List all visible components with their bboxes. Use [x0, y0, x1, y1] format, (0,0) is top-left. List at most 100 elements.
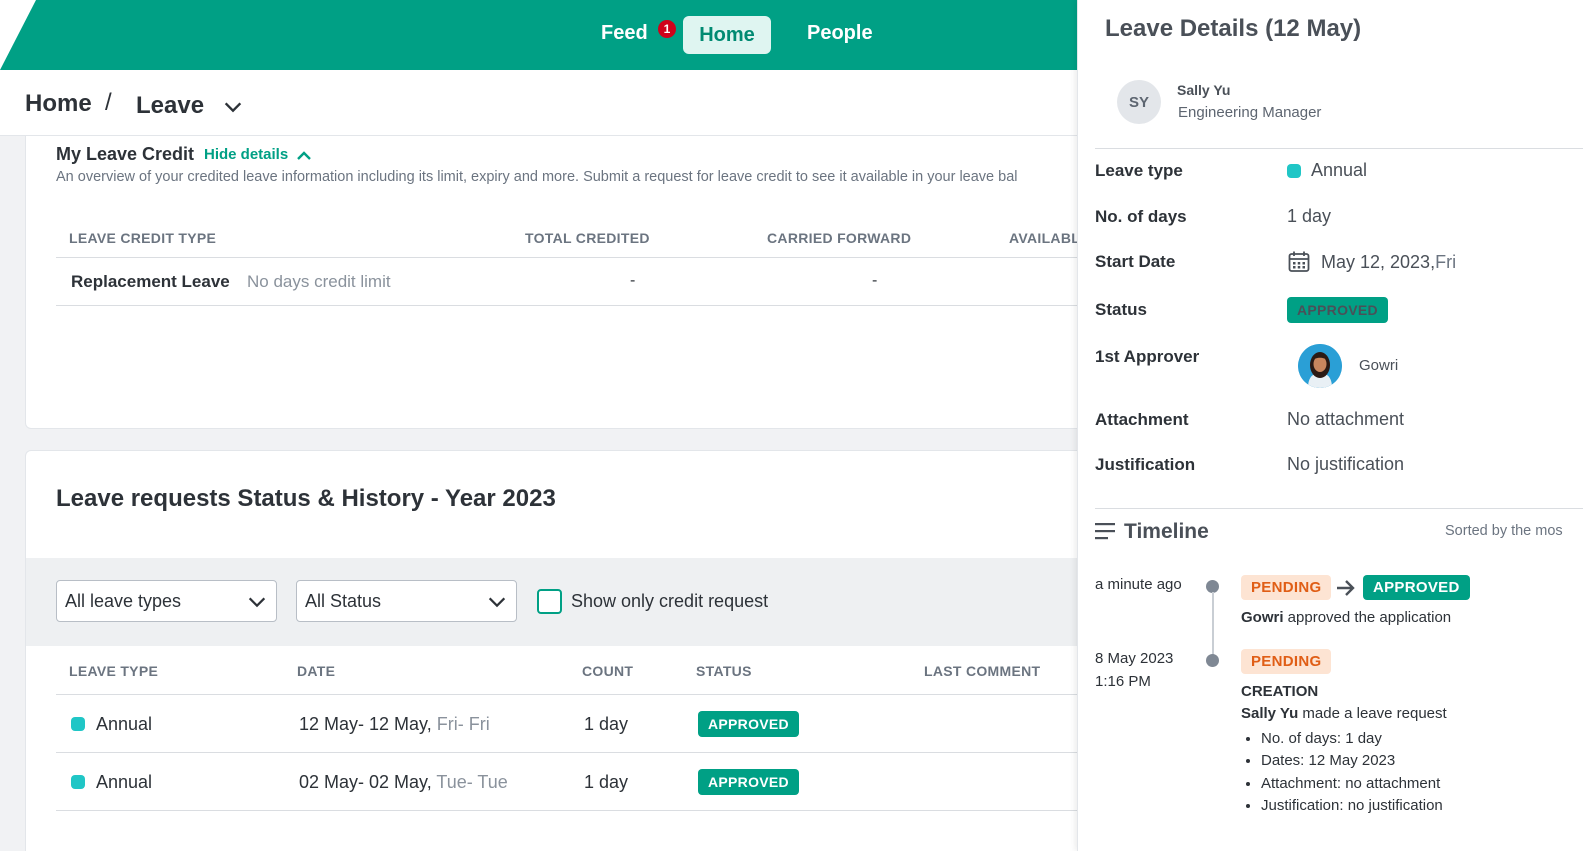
attachment-value: No attachment — [1287, 409, 1405, 429]
leave-count: 1 day — [584, 714, 629, 734]
annual-color-dot — [1287, 163, 1301, 178]
status-select[interactable]: All Status — [296, 580, 517, 622]
attachment-label: Attachment — [1095, 410, 1189, 429]
leave-requests-card: Leave requests Status & History - Year 2… — [25, 450, 1090, 851]
nav-people[interactable]: People — [807, 22, 873, 45]
list-item: No. of days: 1 day — [1261, 728, 1443, 750]
employee-name: Sally Yu — [1177, 82, 1231, 98]
start-date-text: May 12, 2023, — [1321, 251, 1436, 272]
chevron-up-icon — [297, 150, 312, 160]
leave-credit-title: My Leave Credit — [56, 144, 195, 164]
timeline-action: approved the application — [1283, 609, 1452, 626]
breadcrumb-current: Leave — [136, 92, 205, 119]
hide-details-link[interactable]: Hide details — [204, 146, 312, 163]
timeline-actor: Gowri — [1241, 609, 1284, 626]
approver-name: Gowri — [1359, 357, 1399, 374]
leave-credit-card: My Leave Credit Hide details An overview… — [25, 136, 1090, 429]
justification-value: No justification — [1287, 454, 1405, 474]
nav-feed[interactable]: Feed — [601, 22, 648, 45]
leave-type-text: Annual — [1311, 160, 1368, 180]
divider — [1095, 508, 1583, 509]
divider — [1095, 148, 1583, 149]
leave-date: 12 May- 12 May, Fri- Fri — [299, 714, 490, 735]
annual-color-dot — [71, 717, 85, 731]
column-header: AVAILABL — [1009, 230, 1081, 246]
annual-color-dot — [71, 775, 85, 789]
column-header: DATE — [297, 663, 336, 679]
leave-details-panel: Leave Details (12 May) SY Sally Yu Engin… — [1077, 0, 1583, 851]
timeline-details-list: No. of days: 1 day Dates: 12 May 2023 At… — [1261, 728, 1443, 817]
leave-type-select-value: All leave types — [65, 590, 182, 611]
table-row[interactable]: Annual 02 May- 02 May, Tue- Tue 1 day AP… — [56, 753, 1089, 811]
leave-type-select[interactable]: All leave types — [56, 580, 277, 622]
leave-type: Annual — [96, 772, 153, 792]
credit-only-checkbox[interactable] — [537, 589, 562, 614]
credit-only-label[interactable]: Show only credit request — [571, 591, 768, 612]
timeline-sort[interactable]: Sorted by the mos — [1445, 523, 1563, 539]
leave-date-range: 12 May- 12 May, — [299, 714, 432, 734]
list-icon — [1095, 523, 1115, 540]
credit-type: Replacement Leave — [71, 272, 230, 291]
status-badge: APPROVED — [698, 711, 799, 737]
start-date-day: Fri — [1435, 251, 1457, 272]
status-badge: APPROVED — [1287, 297, 1388, 323]
column-header: STATUS — [696, 663, 752, 679]
status-badge: APPROVED — [698, 769, 799, 795]
timeline-title: Timeline — [1124, 520, 1209, 543]
leave-credit-description: An overview of your credited leave infor… — [56, 169, 1018, 185]
pending-badge: PENDING — [1241, 575, 1332, 600]
breadcrumb-home[interactable]: Home — [25, 90, 92, 118]
leave-type: Annual — [96, 714, 153, 734]
list-item: Justification: no justification — [1261, 795, 1443, 817]
column-header: LEAVE TYPE — [69, 663, 159, 679]
table-row: Replacement Leave No days credit limit -… — [56, 258, 1089, 306]
timeline-time: a minute ago — [1095, 576, 1182, 593]
credit-limit-note: No days credit limit — [247, 272, 391, 291]
timeline-time: 8 May 2023 — [1095, 650, 1174, 667]
credit-table-header: LEAVE CREDIT TYPE TOTAL CREDITED CARRIED… — [56, 224, 1089, 258]
start-date-value: May 12, 2023, Fri — [1287, 250, 1456, 274]
timeline-event-text: Gowri approved the application — [1241, 609, 1451, 626]
leave-date-days: Tue- Tue — [431, 772, 508, 792]
calendar-icon — [1288, 251, 1310, 272]
leave-date-days: Fri- Fri — [431, 714, 490, 734]
leave-count: 1 day — [584, 772, 629, 792]
days-value: 1 day — [1287, 206, 1332, 226]
arrow-right-icon — [1337, 580, 1355, 596]
pending-badge: PENDING — [1241, 649, 1332, 674]
panel-title: Leave Details (12 May) — [1105, 15, 1362, 42]
carried-forward: - — [872, 272, 878, 289]
top-navigation-bar — [0, 0, 1090, 70]
breadcrumb-separator: / — [105, 89, 112, 116]
timeline-kind: CREATION — [1241, 683, 1319, 700]
hide-details-label: Hide details — [204, 146, 289, 163]
column-header: TOTAL CREDITED — [525, 230, 650, 246]
avatar: SY — [1117, 80, 1161, 124]
leave-requests-title: Leave requests Status & History - Year 2… — [56, 485, 556, 512]
requests-table-header: LEAVE TYPE DATE COUNT STATUS LAST COMMEN… — [56, 647, 1089, 695]
timeline-event-text: Sally Yu made a leave request — [1241, 705, 1447, 722]
timeline-action: made a leave request — [1298, 705, 1447, 722]
justification-label: Justification — [1095, 455, 1196, 474]
chevron-down-icon[interactable] — [222, 96, 244, 118]
list-item: Attachment: no attachment — [1261, 773, 1443, 795]
days-label: No. of days — [1095, 207, 1187, 226]
chevron-down-icon — [488, 597, 506, 608]
column-header: LAST COMMENT — [924, 663, 1041, 679]
nav-home[interactable]: Home — [683, 16, 771, 54]
chevron-down-icon — [248, 597, 266, 608]
feed-notification-badge: 1 — [656, 18, 678, 40]
breadcrumb: Home / Leave — [0, 70, 1090, 136]
column-header: COUNT — [582, 663, 634, 679]
table-row[interactable]: Annual 12 May- 12 May, Fri- Fri 1 day AP… — [56, 695, 1089, 753]
column-header: LEAVE CREDIT TYPE — [69, 230, 217, 246]
timeline-time: 1:16 PM — [1095, 673, 1151, 690]
approver-avatar — [1298, 344, 1342, 388]
column-header: CARRIED FORWARD — [767, 230, 912, 246]
employee-role: Engineering Manager — [1178, 104, 1322, 121]
timeline-actor: Sally Yu — [1241, 705, 1299, 722]
timeline-dot — [1206, 654, 1219, 667]
filter-bar: All leave types All Status Show only cre… — [26, 558, 1089, 646]
leave-type-label: Leave type — [1095, 161, 1183, 180]
approver-label: 1st Approver — [1095, 347, 1200, 366]
